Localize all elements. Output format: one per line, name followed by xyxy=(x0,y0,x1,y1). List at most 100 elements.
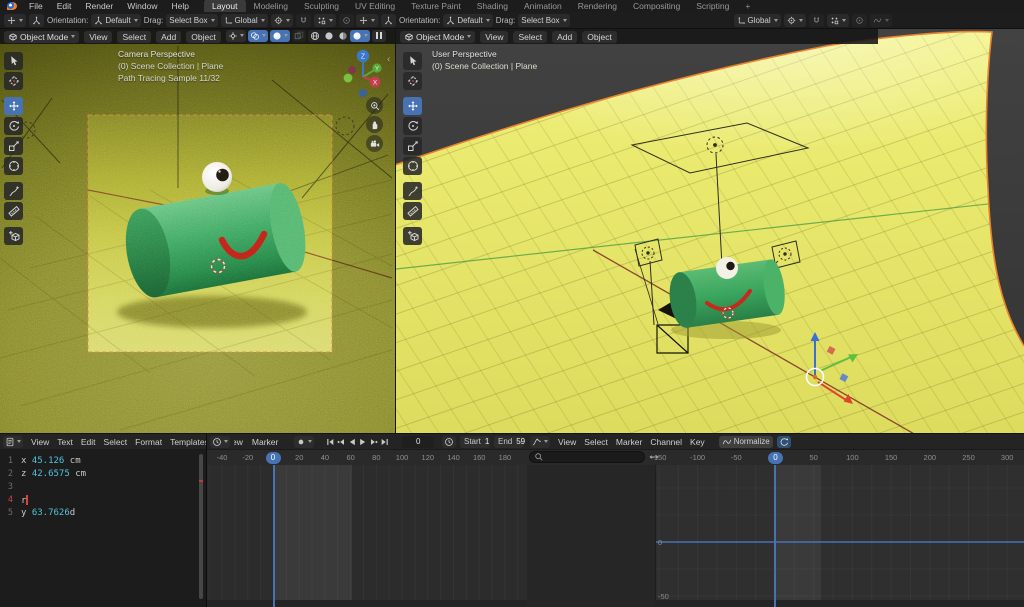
viewport-menu-add[interactable]: Add xyxy=(552,31,577,43)
workspace-tab-uv-editing[interactable]: UV Editing xyxy=(347,0,403,12)
view-menu[interactable]: View xyxy=(234,437,244,447)
frame-end-field[interactable]: End59 xyxy=(494,436,524,448)
code-area[interactable]: 1x 45.126 cm2z 42.6575 cm34r5y 63.7626d xyxy=(0,450,206,607)
auto-keying-button[interactable] xyxy=(294,436,314,448)
pan-button[interactable] xyxy=(366,116,383,133)
editor-type-button[interactable] xyxy=(530,436,550,448)
viewport-menu-view[interactable]: View xyxy=(480,31,508,43)
pause-render-button[interactable] xyxy=(372,30,386,42)
tool-annotate[interactable] xyxy=(4,182,23,200)
shading-material-button[interactable] xyxy=(336,30,350,42)
tool-move[interactable] xyxy=(4,97,23,115)
tool-cursor[interactable] xyxy=(403,72,422,90)
navigation-gizmo[interactable]: Z Y X xyxy=(340,46,392,104)
playhead-frame-badge[interactable]: 0 xyxy=(266,452,281,464)
camera-view-button[interactable] xyxy=(366,135,383,152)
drag-dropdown[interactable]: Select Box xyxy=(518,14,569,27)
workspace-tab--[interactable]: + xyxy=(737,0,758,12)
tool-rotate[interactable] xyxy=(4,117,23,135)
workspace-tab-animation[interactable]: Animation xyxy=(516,0,570,12)
editor-menu-format[interactable]: Format xyxy=(131,437,166,447)
menu-file[interactable]: File xyxy=(22,1,50,11)
shading-wireframe-button[interactable] xyxy=(308,30,322,42)
mode-selector[interactable]: Object Mode xyxy=(400,31,475,43)
tool-transform[interactable] xyxy=(4,157,23,175)
show-gizmos-button[interactable] xyxy=(226,30,246,42)
jump-start-button[interactable] xyxy=(324,436,335,448)
tool-measure[interactable] xyxy=(403,202,422,220)
shading-solid-button[interactable] xyxy=(322,30,336,42)
editor-menu-marker[interactable]: Marker xyxy=(612,437,646,447)
timeline-content[interactable] xyxy=(207,465,527,607)
snap-toggle-button[interactable] xyxy=(809,14,824,27)
timeline-editor[interactable]: View Marker 0 Start1 End59 -40-202040608… xyxy=(207,434,527,607)
orientation-dropdown[interactable]: Default xyxy=(443,14,492,27)
editor-menu-select[interactable]: Select xyxy=(580,437,612,447)
xray-toggle-button[interactable] xyxy=(292,30,306,42)
active-tool-button[interactable] xyxy=(4,14,26,27)
pivot-point-button[interactable] xyxy=(784,14,806,27)
tool-select-box[interactable] xyxy=(403,52,422,70)
viewport-menu-select[interactable]: Select xyxy=(513,31,547,43)
channel-search-field[interactable] xyxy=(529,451,645,463)
transform-space-dropdown[interactable]: Global xyxy=(734,14,781,27)
tweak-tool-button[interactable] xyxy=(381,14,396,27)
menu-window[interactable]: Window xyxy=(120,1,164,11)
editor-menu-text[interactable]: Text xyxy=(53,437,77,447)
proportional-editing-button[interactable] xyxy=(339,14,354,27)
tool-add-cube[interactable] xyxy=(403,227,422,245)
tool-annotate[interactable] xyxy=(403,182,422,200)
snap-toggle-button[interactable] xyxy=(296,14,311,27)
preview-range-button[interactable] xyxy=(442,436,456,448)
drag-dropdown[interactable]: Select Box xyxy=(166,14,217,27)
tool-rotate[interactable] xyxy=(403,117,422,135)
marker-menu[interactable]: Marker xyxy=(248,437,282,447)
editor-menu-edit[interactable]: Edit xyxy=(77,437,100,447)
playhead[interactable] xyxy=(774,465,776,607)
workspace-tab-sculpting[interactable]: Sculpting xyxy=(296,0,347,12)
playhead[interactable] xyxy=(273,465,275,607)
snap-target-button[interactable] xyxy=(314,14,336,27)
editor-type-button[interactable] xyxy=(210,436,230,448)
channel-list[interactable] xyxy=(527,465,656,607)
tweak-tool-button[interactable] xyxy=(29,14,44,27)
timeline-ruler[interactable]: -40-2020406080100120140160180 xyxy=(207,450,527,466)
viewport-menu-view[interactable]: View xyxy=(84,31,112,43)
frame-start-field[interactable]: Start1 xyxy=(460,436,490,448)
mode-selector[interactable]: Object Mode xyxy=(4,31,79,43)
workspace-tab-shading[interactable]: Shading xyxy=(469,0,516,12)
editor-type-button[interactable] xyxy=(3,436,23,448)
menu-render[interactable]: Render xyxy=(78,1,120,11)
blender-logo-icon[interactable] xyxy=(7,2,17,10)
tool-transform[interactable] xyxy=(403,157,422,175)
editor-menu-view[interactable]: View xyxy=(554,437,580,447)
zoom-button[interactable] xyxy=(366,97,383,114)
workspace-tab-modeling[interactable]: Modeling xyxy=(246,0,297,12)
tool-measure[interactable] xyxy=(4,202,23,220)
orientation-dropdown[interactable]: Default xyxy=(91,14,140,27)
editor-menu-channel[interactable]: Channel xyxy=(646,437,686,447)
viewport-menu-select[interactable]: Select xyxy=(117,31,151,43)
tool-cursor[interactable] xyxy=(4,72,23,90)
timeline-scroll-strip[interactable] xyxy=(207,600,527,607)
auto-normalize-refresh-button[interactable] xyxy=(777,436,791,448)
workspace-tab-compositing[interactable]: Compositing xyxy=(625,0,688,12)
play-reverse-button[interactable] xyxy=(346,436,357,448)
play-button[interactable] xyxy=(357,436,368,448)
proportional-editing-button[interactable] xyxy=(852,14,867,27)
workspace-tab-texture-paint[interactable]: Texture Paint xyxy=(403,0,469,12)
next-keyframe-button[interactable] xyxy=(368,436,379,448)
tool-scale[interactable] xyxy=(403,137,422,155)
sidebar-collapse-arrow[interactable]: ‹ xyxy=(387,54,390,65)
workspace-tab-rendering[interactable]: Rendering xyxy=(570,0,625,12)
normalize-toggle[interactable]: Normalize xyxy=(719,436,773,448)
current-frame-field[interactable]: 0 xyxy=(402,436,434,448)
proportional-falloff-button[interactable] xyxy=(870,14,892,27)
jump-end-button[interactable] xyxy=(379,436,390,448)
viewport-menu-add[interactable]: Add xyxy=(156,31,181,43)
shading-settings-button[interactable] xyxy=(270,30,290,42)
snap-target-button[interactable] xyxy=(827,14,849,27)
editor-menu-view[interactable]: View xyxy=(27,437,53,447)
text-editor[interactable]: ViewTextEditSelectFormatTemplates 1x 45.… xyxy=(0,434,206,607)
text-editor-scrollbar[interactable] xyxy=(199,454,203,599)
